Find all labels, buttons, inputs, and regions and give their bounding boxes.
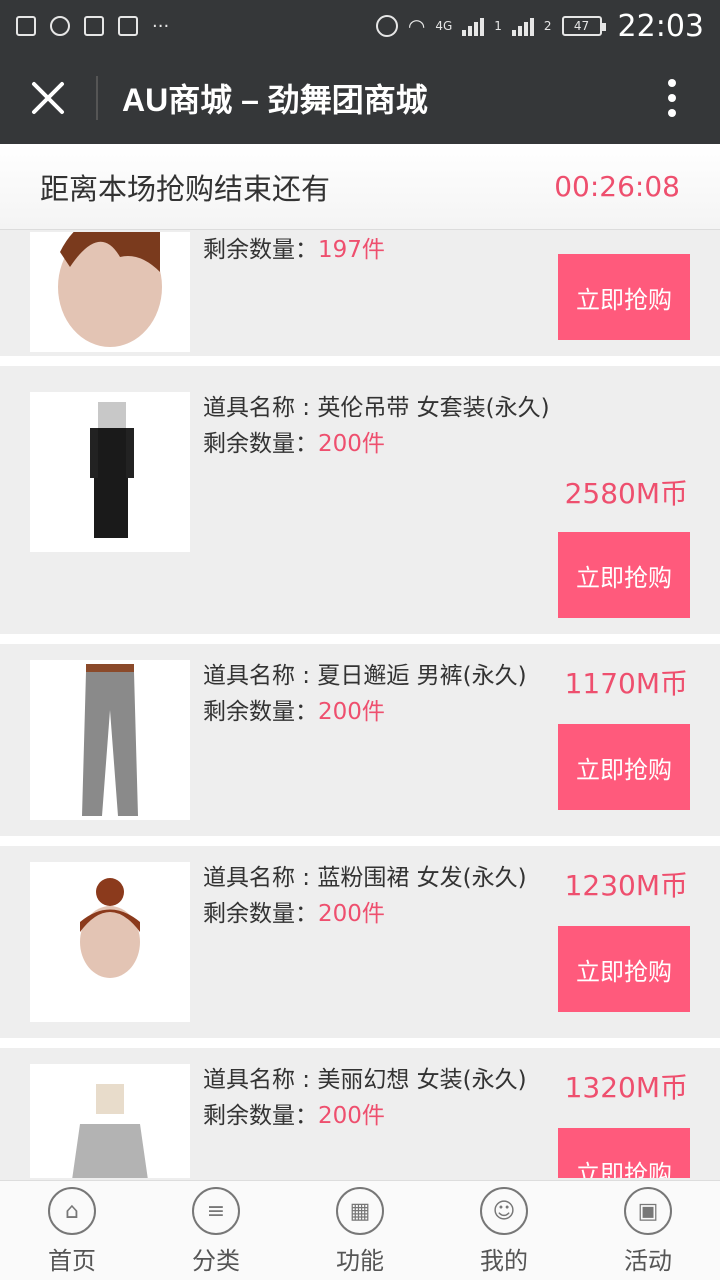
name-label: 道具名称 : [203,1067,318,1093]
nav-label: 分类 [192,1247,240,1275]
nav-item-home[interactable]: ⌂ 首页 [0,1181,144,1280]
clock: 22:03 [617,8,704,44]
product-name: 蓝粉围裙 女发(永久) [317,865,527,891]
product-qty-row: 剩余数量：200件 [203,1098,527,1134]
product-image-hair-bun[interactable] [30,862,190,1022]
qty-value: 200件 [318,901,385,927]
product-image-hair[interactable] [30,232,190,352]
status-icons-right: ◠ 4G 1 2 47 22:03 [375,8,704,44]
signal-icon-sim1 [462,16,485,36]
product-qty-row: 剩余数量：200件 [203,694,527,730]
product-image-pants[interactable] [30,660,190,820]
product-card: 道具名称 : 蓝粉围裙 女发(永久) 剩余数量：200件 1230M币 立即抢购 [0,846,720,1048]
wechat-icon [50,16,70,36]
nav-item-features[interactable]: ▦ 功能 [288,1181,432,1280]
product-qty-row: 剩余数量：197件 [203,232,385,268]
apps-icon [118,16,138,36]
qty-value: 200件 [318,699,385,725]
name-label: 道具名称 : [203,663,318,689]
name-label: 道具名称 : [203,395,318,421]
buy-now-button[interactable]: 立即抢购 [558,254,690,340]
more-notifications-icon: ··· [152,15,170,37]
qty-value: 197件 [318,237,385,263]
qty-label: 剩余数量： [203,699,318,725]
product-info: 道具名称 : 夏日邂逅 男裤(永久) 剩余数量：200件 [203,658,527,730]
product-info: 剩余数量：197件 [203,232,385,268]
battery-icon: 47 [561,16,606,36]
product-info: 道具名称 : 英伦吊带 女套装(永久) 剩余数量：200件 [203,390,550,462]
product-image-dress[interactable] [30,1064,190,1178]
product-card: 道具名称 : 美丽幻想 女装(永久) 剩余数量：200件 1320M币 立即抢购 [0,1048,720,1178]
signal-icon-sim2 [511,16,534,36]
product-info: 道具名称 : 蓝粉围裙 女发(永久) 剩余数量：200件 [203,860,527,932]
nav-item-category[interactable]: ≡ 分类 [144,1181,288,1280]
countdown-banner: 距离本场抢购结束还有 00:26:08 [0,144,720,230]
message-icon [84,16,104,36]
user-icon: ☺ [480,1187,528,1235]
close-button[interactable] [0,52,96,144]
product-name: 美丽幻想 女装(永久) [317,1067,527,1093]
product-price: 1320M币 [564,1071,688,1104]
title-divider [96,76,98,120]
product-card: 道具名称 : 英伦吊带 女套装(永久) 剩余数量：200件 2580M币 立即抢… [0,376,720,644]
product-image-outfit[interactable] [30,392,190,552]
product-name-row: 道具名称 : 夏日邂逅 男裤(永久) [203,658,527,694]
buy-now-button[interactable]: 立即抢购 [558,926,690,1012]
product-card: 道具名称 : 夏日邂逅 男裤(永久) 剩余数量：200件 1170M币 立即抢购 [0,644,720,846]
close-icon [32,82,64,114]
qty-label: 剩余数量： [203,1103,318,1129]
product-name: 夏日邂逅 男裤(永久) [317,663,527,689]
product-price: 1170M币 [564,667,688,700]
qty-label: 剩余数量： [203,901,318,927]
buy-now-button[interactable]: 立即抢购 [558,532,690,618]
title-bar: AU商城 – 劲舞团商城 [0,52,720,144]
battery-level: 47 [573,19,590,33]
nav-item-activity[interactable]: ▣ 活动 [576,1181,720,1280]
more-vertical-icon [668,79,676,117]
sim1-label: 1 [494,19,502,33]
countdown-timer: 00:26:08 [554,170,680,203]
qty-value: 200件 [318,431,385,457]
name-label: 道具名称 : [203,865,318,891]
page-title: AU商城 – 劲舞团商城 [122,82,428,118]
nav-label: 功能 [336,1247,384,1275]
product-price: 1230M币 [564,869,688,902]
product-name-row: 道具名称 : 美丽幻想 女装(永久) [203,1062,527,1098]
countdown-label: 距离本场抢购结束还有 [40,171,331,206]
gift-icon: ▣ [624,1187,672,1235]
grid-icon: ▦ [336,1187,384,1235]
gallery-icon [16,16,36,36]
nav-label: 我的 [480,1247,528,1275]
product-card: 剩余数量：197件 立即抢购 [0,232,720,366]
home-icon: ⌂ [48,1187,96,1235]
qty-value: 200件 [318,1103,385,1129]
nav-label: 活动 [624,1247,672,1275]
alarm-icon [375,15,398,37]
product-price: 2580M币 [564,477,688,510]
bottom-nav: ⌂ 首页 ≡ 分类 ▦ 功能 ☺ 我的 ▣ 活动 [0,1180,720,1280]
status-bar: ··· ◠ 4G 1 2 47 22:03 [0,0,720,52]
sim2-label: 2 [543,19,552,33]
menu-icon: ≡ [192,1187,240,1235]
buy-now-button[interactable]: 立即抢购 [558,1128,690,1178]
more-button[interactable] [624,52,720,144]
network-type: 4G [435,19,453,33]
nav-item-mine[interactable]: ☺ 我的 [432,1181,576,1280]
product-info: 道具名称 : 美丽幻想 女装(永久) 剩余数量：200件 [203,1062,527,1134]
wifi-icon: ◠ [407,14,426,38]
buy-now-button[interactable]: 立即抢购 [558,724,690,810]
product-list[interactable]: 剩余数量：197件 立即抢购 道具名称 : 英伦吊带 女套装(永久) 剩余数量：… [0,232,720,1178]
product-name-row: 道具名称 : 蓝粉围裙 女发(永久) [203,860,527,896]
qty-label: 剩余数量： [203,431,318,457]
product-qty-row: 剩余数量：200件 [203,426,550,462]
qty-label: 剩余数量： [203,237,318,263]
product-name-row: 道具名称 : 英伦吊带 女套装(永久) [203,390,550,426]
product-qty-row: 剩余数量：200件 [203,896,527,932]
product-name: 英伦吊带 女套装(永久) [317,395,550,421]
status-icons-left: ··· [16,16,169,37]
nav-label: 首页 [48,1247,96,1275]
